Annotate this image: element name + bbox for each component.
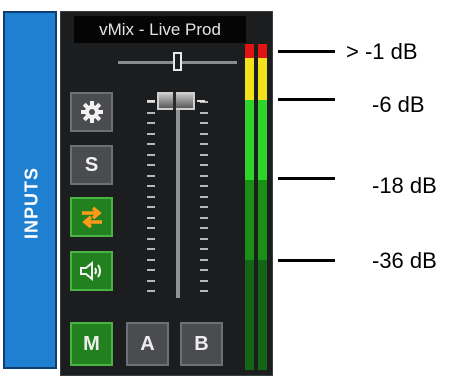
inputs-tab[interactable]: INPUTS [3, 11, 57, 369]
fader-tick-left [147, 227, 155, 229]
solo-button[interactable]: S [70, 145, 113, 185]
fader-tick-left [147, 280, 155, 282]
fader-tick-right [200, 122, 208, 124]
bus-b-button[interactable]: B [180, 322, 223, 366]
fader-tick-left [147, 238, 155, 240]
fader-handle-center [173, 92, 176, 110]
annotation-line-1 [278, 50, 335, 53]
audio-button[interactable] [70, 251, 113, 291]
fader-tick-left [147, 133, 155, 135]
fader-tick-right [200, 154, 208, 156]
fader-tick-left [147, 164, 155, 166]
fader-tick-left [147, 196, 155, 198]
fader-tick-left [147, 175, 155, 177]
fader-tick-left [147, 122, 155, 124]
volume-fader-handle[interactable] [157, 92, 195, 110]
fader-tick-left [147, 248, 155, 250]
pan-slider-handle[interactable] [173, 52, 182, 71]
annotation-label-4: -36 dB [372, 248, 437, 273]
annotation-label-1: > -1 dB [346, 39, 418, 64]
fader-tick-left [147, 112, 155, 114]
fader-tick-right [200, 290, 208, 292]
fader-tick-left [147, 185, 155, 187]
fader-tick-right [200, 280, 208, 282]
fader-tick-right [200, 269, 208, 271]
fader-tick-right [200, 259, 208, 261]
panel-title: vMix - Live Prod [74, 16, 246, 43]
annotation-label-2: -6 dB [372, 92, 425, 117]
fader-level-notch-left [147, 100, 155, 102]
fader-tick-left [147, 269, 155, 271]
gear-icon [80, 101, 103, 123]
annotation-line-4 [278, 259, 335, 262]
annotation-line-3 [278, 177, 335, 180]
fader-tick-right [200, 248, 208, 250]
fader-tick-right [200, 227, 208, 229]
fader-tick-left [147, 217, 155, 219]
fader-level-notch-right [197, 100, 205, 102]
fader-tick-right [200, 143, 208, 145]
swap-button[interactable] [70, 197, 113, 237]
annotation-line-2 [278, 98, 335, 101]
speaker-icon [79, 260, 101, 282]
bus-a-button[interactable]: A [126, 322, 169, 366]
fader-tick-right [200, 238, 208, 240]
annotation-label-3: -18 dB [372, 173, 437, 198]
fader-tick-right [200, 196, 208, 198]
fader-tick-left [147, 206, 155, 208]
fader-tick-left [147, 143, 155, 145]
fader-tick-right [200, 217, 208, 219]
master-button[interactable]: M [70, 322, 113, 366]
fader-tick-left [147, 290, 155, 292]
settings-button[interactable] [70, 92, 113, 132]
fader-tick-right [200, 112, 208, 114]
swap-arrows-icon [81, 206, 102, 229]
volume-fader-track[interactable] [176, 100, 180, 298]
fader-tick-left [147, 259, 155, 261]
fader-tick-right [200, 175, 208, 177]
fader-tick-left [147, 154, 155, 156]
inputs-tab-label: INPUTS [21, 166, 42, 240]
fader-tick-right [200, 133, 208, 135]
fader-tick-right [200, 185, 208, 187]
fader-tick-right [200, 206, 208, 208]
fader-tick-right [200, 164, 208, 166]
